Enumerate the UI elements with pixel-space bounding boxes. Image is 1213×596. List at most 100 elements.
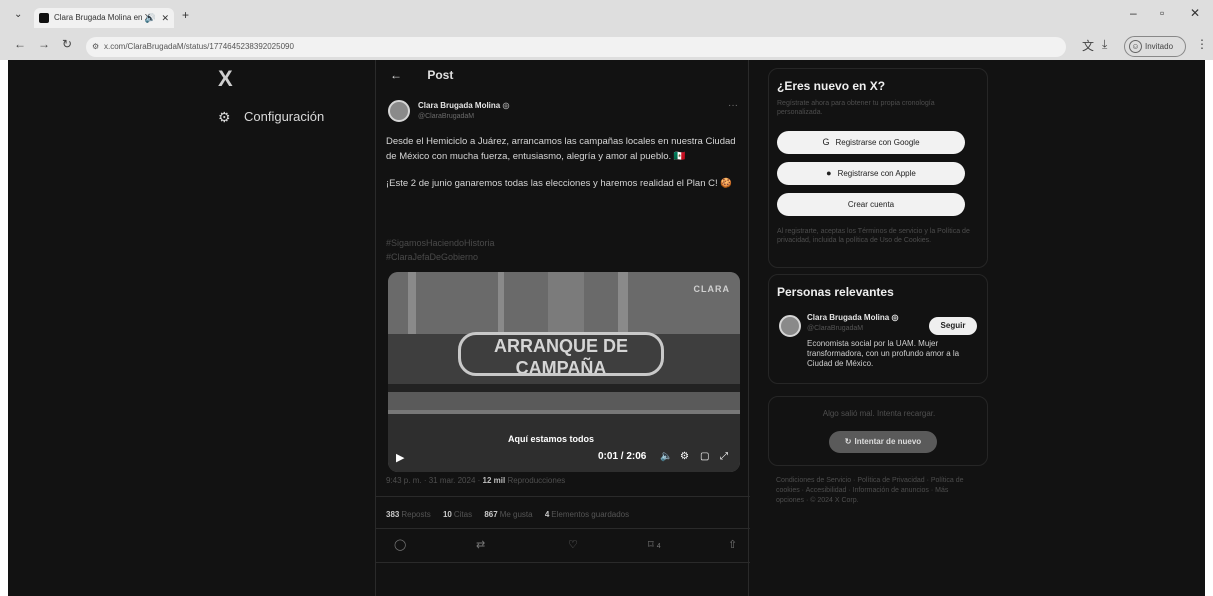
likes-label[interactable]: Me gusta <box>500 510 533 519</box>
follow-button[interactable]: Seguir <box>929 317 977 335</box>
download-icon[interactable]: ⤓ <box>1102 37 1107 52</box>
play-icon[interactable]: ▶ <box>396 451 404 464</box>
create-account-label: Crear cuenta <box>847 200 895 209</box>
verified-badge-icon: ◎ <box>502 101 510 110</box>
heart-icon[interactable]: ♡ <box>568 538 578 551</box>
sidebar-item-configuracion[interactable]: ⚙ Configuración <box>218 106 324 128</box>
profile-button[interactable]: ☺ Invitado <box>1124 36 1186 57</box>
avatar[interactable] <box>779 315 801 337</box>
reposts-label[interactable]: Reposts <box>401 510 430 519</box>
bookmarks-count: 4 <box>544 510 550 519</box>
post-paragraph: Desde el Hemiciclo a Juárez, arrancamos … <box>386 136 736 162</box>
chevron-down-icon[interactable]: ⌄ <box>14 9 28 23</box>
main-column: ← Post Clara Brugada Molina ◎ @ClaraBrug… <box>375 60 750 596</box>
hashtag-link[interactable]: #ClaraJefaDeGobierno <box>386 250 742 264</box>
address-bar[interactable]: ⚙ x.com/ClaraBrugadaM/status/17746452383… <box>86 37 1066 57</box>
more-options-icon[interactable]: ··· <box>728 100 738 111</box>
google-icon: G <box>822 137 830 147</box>
arrow-left-icon[interactable]: ← <box>14 37 26 51</box>
back-arrow-icon[interactable]: ← <box>390 68 402 82</box>
post-stats: 383 Reposts 10 Citas 867 Me gusta 4 Elemento… <box>386 510 639 519</box>
gear-icon: ⚙ <box>218 109 231 125</box>
close-icon[interactable]: ✕ <box>161 8 169 28</box>
person-bio: Economista social por la UAM. Mujer tran… <box>807 339 960 368</box>
x-favicon-icon <box>39 13 49 23</box>
signup-description: Regístrate ahora para obtener tu propia … <box>777 100 935 116</box>
signup-card: ¿Eres nuevo en X? Regístrate ahora para … <box>768 68 988 268</box>
author-name[interactable]: Clara Brugada Molina ◎ <box>418 101 509 110</box>
new-tab-icon[interactable]: + <box>182 8 189 22</box>
reload-icon[interactable]: ↻ <box>62 37 72 51</box>
speaker-icon[interactable]: 🔊 <box>145 8 156 28</box>
browser-tab[interactable]: Clara Brugada Molina en X 🔊 ✕ <box>34 8 174 28</box>
x-page: X ⚙ Configuración ← Post Clara Brugada M… <box>8 60 1205 596</box>
person-name[interactable]: Clara Brugada Molina ◎ <box>807 313 898 322</box>
likes-count[interactable]: 867 <box>484 510 497 519</box>
minimize-icon[interactable]: – <box>1130 6 1137 20</box>
video-frame-top: ARRANQUE DE CAMPAÑA CLARA <box>388 272 740 384</box>
reply-icon[interactable]: ◯ <box>394 538 406 551</box>
post-body: Desde el Hemiciclo a Juárez, arrancamos … <box>386 134 742 203</box>
site-info-icon[interactable]: ⚙ <box>92 37 99 57</box>
retry-button[interactable]: ↻ Intentar de nuevo <box>829 431 937 453</box>
apple-signup-label: Registrarse con Apple <box>837 169 916 178</box>
footer-links[interactable]: Condiciones de Servicio · Política de Pr… <box>776 476 976 506</box>
restore-icon[interactable]: ▫ <box>1160 6 1164 20</box>
volume-icon[interactable]: 🔈 <box>660 451 672 462</box>
browser-toolbar: ← → ↻ ⚙ x.com/ClaraBrugadaM/status/17746… <box>0 34 1213 60</box>
video-controls: ▶ 0:01 / 2:06 🔈 ⚙ ▢ ⤢ <box>388 448 740 470</box>
kebab-menu-icon[interactable]: ⋮ <box>1196 37 1208 51</box>
post-hashtags: #SigamosHaciendoHistoria #ClaraJefaDeGob… <box>386 236 742 264</box>
quotes-count[interactable]: 10 <box>443 510 452 519</box>
hashtag-link[interactable]: #SigamosHaciendoHistoria <box>386 236 742 250</box>
divider <box>376 562 750 563</box>
view-label: Reproducciones <box>507 476 566 485</box>
avatar[interactable] <box>388 100 410 122</box>
clara-sign: CLARA <box>693 284 730 294</box>
repost-icon[interactable]: ⇄ <box>476 538 485 551</box>
post-header: ← Post <box>390 68 453 88</box>
video-time: 0:01 / 2:06 <box>598 451 647 462</box>
bookmark-count: 4 <box>656 543 661 550</box>
signup-title: ¿Eres nuevo en X? <box>777 79 886 93</box>
refresh-icon: ↻ <box>844 437 852 446</box>
post-author: Clara Brugada Molina ◎ @ClaraBrugadaM ··… <box>388 100 738 130</box>
view-count: 12 mil <box>482 476 506 485</box>
post-video[interactable]: ARRANQUE DE CAMPAÑA CLARA Aquí estamos t… <box>388 272 740 472</box>
bookmark-button[interactable]: ⌑ 4 <box>648 538 661 551</box>
translate-icon[interactable]: 文 <box>1082 37 1094 54</box>
sidebar-item-label: Configuración <box>244 109 325 124</box>
relevant-people-card: Personas relevantes Clara Brugada Molina… <box>768 274 988 384</box>
post-paragraph: ¡Este 2 de junio ganaremos todas las ele… <box>386 178 733 189</box>
post-time[interactable]: 9:43 p. m. <box>386 476 422 485</box>
bookmark-icon: ⌑ <box>648 539 654 551</box>
create-account-button[interactable]: Crear cuenta <box>777 193 965 216</box>
error-message: Algo salió mal. Intenta recargar. <box>822 409 936 418</box>
close-window-icon[interactable]: ✕ <box>1190 6 1200 20</box>
divider <box>376 528 750 529</box>
post-meta: 9:43 p. m. · 31 mar. 2024 · 12 mil Repro… <box>386 476 565 485</box>
arrow-right-icon[interactable]: → <box>38 37 50 51</box>
retry-label: Intentar de nuevo <box>854 437 922 446</box>
divider <box>376 496 750 497</box>
verified-badge-icon: ◎ <box>891 313 899 322</box>
campaign-banner: ARRANQUE DE CAMPAÑA <box>458 332 664 376</box>
fullscreen-icon[interactable]: ⤢ <box>720 451 728 462</box>
url-text: x.com/ClaraBrugadaM/status/1774645238392… <box>104 42 294 51</box>
reposts-count[interactable]: 383 <box>386 510 399 519</box>
google-signup-button[interactable]: G Registrarse con Google <box>777 131 965 154</box>
error-panel: Algo salió mal. Intenta recargar. ↻ Inten… <box>768 396 988 466</box>
author-handle[interactable]: @ClaraBrugadaM <box>418 113 474 120</box>
quotes-label[interactable]: Citas <box>454 510 472 519</box>
share-icon[interactable]: ⇧ <box>728 538 737 551</box>
apple-signup-button[interactable]: ● Registrarse con Apple <box>777 162 965 185</box>
video-caption: Aquí estamos todos <box>508 434 595 444</box>
profile-label: Invitado <box>1145 42 1174 51</box>
video-divider <box>388 384 740 392</box>
picture-in-picture-icon[interactable]: ▢ <box>700 451 709 462</box>
settings-icon[interactable]: ⚙ <box>680 451 689 462</box>
post-header-title: Post <box>427 68 454 82</box>
person-handle[interactable]: @ClaraBrugadaM <box>807 325 863 332</box>
x-logo[interactable]: X <box>218 66 233 92</box>
post-date[interactable]: 31 mar. 2024 <box>429 476 476 485</box>
